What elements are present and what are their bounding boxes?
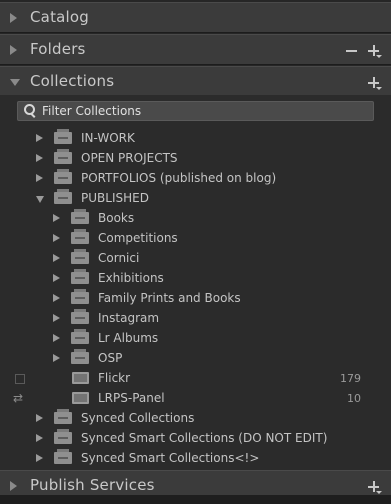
- collapsed-triangle-icon[interactable]: [10, 481, 17, 491]
- tree-item-label: Books: [98, 211, 135, 225]
- collection-set-icon: [71, 249, 89, 264]
- expanded-triangle-icon[interactable]: [10, 79, 20, 86]
- collection-set-icon: [71, 229, 89, 244]
- tree-item-label: Competitions: [98, 231, 178, 245]
- tree-item-label: OSP: [98, 351, 123, 365]
- collapsed-triangle-icon[interactable]: [53, 254, 60, 262]
- tree-item-label: Instagram: [98, 311, 160, 325]
- add-publish-service-button[interactable]: [366, 478, 382, 494]
- tree-item-label: PUBLISHED: [81, 191, 149, 205]
- collapsed-triangle-icon[interactable]: [53, 214, 60, 222]
- collection-set-row[interactable]: IN-WORK: [0, 129, 391, 149]
- collection-set-icon: [71, 309, 89, 324]
- dropdown-caret-icon: [376, 491, 382, 494]
- add-collection-button[interactable]: [366, 74, 382, 90]
- folders-panel-title: Folders: [30, 40, 86, 58]
- collapsed-triangle-icon[interactable]: [36, 134, 43, 142]
- tree-item-label: Synced Smart Collections (DO NOT EDIT): [81, 431, 328, 445]
- collections-panel-title: Collections: [30, 72, 115, 90]
- collection-set-icon: [54, 449, 72, 464]
- tree-item-label: Lr Albums: [98, 331, 159, 345]
- collapsed-triangle-icon[interactable]: [10, 45, 17, 55]
- collection-set-icon: [54, 409, 72, 424]
- tree-item-label: Exhibitions: [98, 271, 164, 285]
- scrollbar[interactable]: [383, 95, 391, 471]
- collection-set-row[interactable]: Competitions: [0, 229, 391, 249]
- remove-folder-button[interactable]: [344, 42, 358, 58]
- dropdown-caret-icon: [376, 87, 382, 90]
- collection-set-row[interactable]: PUBLISHED: [0, 189, 391, 209]
- catalog-panel-header[interactable]: Catalog: [0, 2, 391, 33]
- expanded-triangle-icon[interactable]: [36, 196, 44, 203]
- collapsed-triangle-icon[interactable]: [53, 294, 60, 302]
- collection-row[interactable]: Flickr 179: [0, 369, 391, 389]
- collection-set-icon: [54, 189, 72, 204]
- collection-set-row[interactable]: Exhibitions: [0, 269, 391, 289]
- collection-set-icon: [54, 429, 72, 444]
- catalog-panel-title: Catalog: [30, 8, 90, 26]
- collapsed-triangle-icon[interactable]: [53, 334, 60, 342]
- collection-set-icon: [54, 129, 72, 144]
- collapsed-triangle-icon[interactable]: [53, 314, 60, 322]
- collection-set-row[interactable]: Synced Smart Collections<!>: [0, 449, 391, 469]
- collection-icon: [72, 372, 89, 384]
- tree-item-label: OPEN PROJECTS: [81, 151, 178, 165]
- collection-set-row[interactable]: Lr Albums: [0, 329, 391, 349]
- collection-set-icon: [71, 209, 89, 224]
- collection-set-row[interactable]: Books: [0, 209, 391, 229]
- collection-set-icon: [71, 289, 89, 304]
- filter-collections-field[interactable]: [17, 101, 374, 121]
- collapsed-triangle-icon[interactable]: [53, 354, 60, 362]
- collections-panel-body: IN-WORK OPEN PROJECTS PORTFOLIOS (publishe…: [0, 95, 391, 471]
- collection-set-icon: [71, 329, 89, 344]
- collection-set-row[interactable]: Cornici: [0, 249, 391, 269]
- tree-item-label: Cornici: [98, 251, 140, 265]
- collapsed-triangle-icon[interactable]: [53, 274, 60, 282]
- publish-services-panel-title: Publish Services: [30, 476, 155, 494]
- collection-row[interactable]: ⇄ LRPS-Panel 10: [0, 389, 391, 409]
- collection-set-icon: [54, 149, 72, 164]
- tree-item-label: PORTFOLIOS (published on blog): [81, 171, 277, 185]
- filter-collections-input[interactable]: [42, 103, 362, 119]
- collapsed-triangle-icon[interactable]: [36, 454, 43, 462]
- tree-item-label: Family Prints and Books: [98, 291, 241, 305]
- tree-item-label: Synced Collections: [81, 411, 195, 425]
- search-icon: [24, 104, 35, 115]
- collection-set-icon: [54, 169, 72, 184]
- collapsed-triangle-icon[interactable]: [10, 13, 17, 23]
- collection-set-row[interactable]: PORTFOLIOS (published on blog): [0, 169, 391, 189]
- tree-item-label: LRPS-Panel: [98, 391, 165, 405]
- photo-count: 179: [340, 372, 361, 385]
- collapsed-triangle-icon[interactable]: [36, 434, 43, 442]
- dropdown-caret-icon: [376, 55, 382, 58]
- collection-set-row[interactable]: OSP: [0, 349, 391, 369]
- tree-item-label: Flickr: [98, 371, 131, 385]
- bottom-edge: [0, 495, 391, 504]
- target-collection-checkbox[interactable]: [15, 374, 25, 384]
- collection-set-row[interactable]: Synced Smart Collections (DO NOT EDIT): [0, 429, 391, 449]
- collection-set-icon: [71, 269, 89, 284]
- collection-set-row[interactable]: OPEN PROJECTS: [0, 149, 391, 169]
- tree-item-label: IN-WORK: [81, 131, 135, 145]
- collections-panel-header[interactable]: Collections: [0, 66, 391, 97]
- collapsed-triangle-icon[interactable]: [53, 234, 60, 242]
- collapsed-triangle-icon[interactable]: [36, 414, 43, 422]
- collection-set-row[interactable]: Synced Collections: [0, 409, 391, 429]
- sync-icon: ⇄: [13, 391, 24, 405]
- collection-set-icon: [71, 349, 89, 364]
- photo-count: 10: [347, 392, 361, 405]
- collapsed-triangle-icon[interactable]: [36, 174, 43, 182]
- collection-set-row[interactable]: Family Prints and Books: [0, 289, 391, 309]
- add-folder-button[interactable]: [366, 42, 382, 58]
- collection-icon: [72, 392, 89, 404]
- tree-item-label: Synced Smart Collections<!>: [81, 451, 260, 465]
- folders-panel-header[interactable]: Folders: [0, 34, 391, 65]
- collapsed-triangle-icon[interactable]: [36, 154, 43, 162]
- collection-set-row[interactable]: Instagram: [0, 309, 391, 329]
